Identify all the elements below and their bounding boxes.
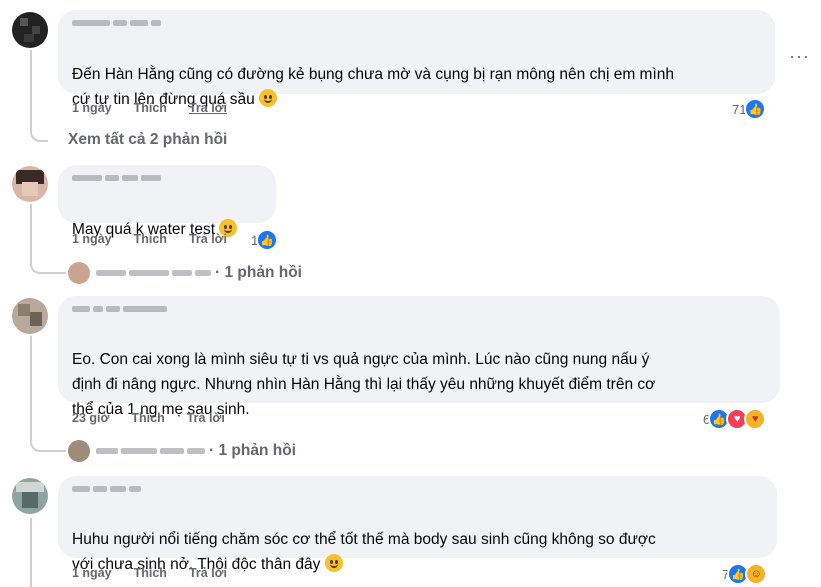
avatar-image (16, 170, 44, 196)
timestamp[interactable]: 1 ngày (72, 101, 112, 115)
reply-count-label: · 1 phản hồi (215, 264, 302, 281)
avatar-image (18, 304, 42, 326)
reply-count-label: · 1 phản hồi (209, 442, 296, 459)
author-name-redacted[interactable] (72, 172, 161, 184)
avatar[interactable] (12, 298, 48, 334)
thread-connector (30, 252, 66, 274)
comment-bubble: Eo. Con cai xong là mình siêu tự ti vs q… (58, 296, 780, 418)
like-button[interactable]: Thích (131, 411, 164, 425)
avatar[interactable] (12, 478, 48, 514)
like-button[interactable]: Thích (134, 101, 167, 115)
replier-avatar (68, 440, 90, 462)
thread-connector (30, 430, 66, 452)
comment-actions: 1 ngày Thích Trả lời (72, 232, 249, 246)
reply-button[interactable]: Trả lời (189, 101, 227, 115)
like-icon: 👍 (744, 98, 767, 120)
thread-line (30, 336, 32, 438)
like-icon: 👍 (256, 229, 279, 251)
reply-summary-row[interactable]: · 1 phản hồi (68, 262, 302, 284)
grinning-emoji-icon (324, 554, 343, 572)
avatar[interactable] (12, 12, 48, 48)
reply-button[interactable]: Trả lời (189, 566, 227, 580)
thread-line (30, 50, 32, 130)
avatar-image (16, 482, 44, 508)
comment-text: Eo. Con cai xong là mình siêu tự ti vs q… (72, 351, 656, 418)
thread-connector (30, 120, 48, 142)
reply-button[interactable]: Trả lời (187, 411, 225, 425)
like-button[interactable]: Thích (134, 566, 167, 580)
thread-line (30, 518, 32, 587)
replier-name-redacted (96, 270, 211, 276)
comment-actions: 1 ngày Thích Trả lời (72, 101, 249, 115)
author-name-redacted[interactable] (72, 483, 141, 495)
comment-bubble: May quá k water test (58, 165, 276, 238)
more-options-icon[interactable]: ··· (789, 46, 810, 67)
like-button[interactable]: Thích (134, 232, 167, 246)
reply-summary-row[interactable]: · 1 phản hồi (68, 440, 296, 462)
view-all-replies-link[interactable]: Xem tất cả 2 phản hồi (68, 131, 227, 149)
comment-actions: 23 giờ Thích Trả lời (72, 411, 247, 425)
comment-bubble: Đến Hàn Hằng cũng có đường kẻ bụng chưa … (58, 10, 775, 108)
replier-name-redacted (96, 448, 205, 454)
avatar[interactable] (12, 166, 48, 202)
reply-button[interactable]: Trả lời (189, 232, 227, 246)
comment-actions: 1 ngày Thích Trả lời (72, 566, 249, 580)
reaction-summary[interactable]: 71 👍 (732, 98, 767, 120)
replier-avatar (68, 262, 90, 284)
timestamp[interactable]: 23 giờ (72, 411, 109, 425)
author-name-redacted[interactable] (72, 303, 167, 315)
avatar-image (20, 18, 40, 42)
timestamp[interactable]: 1 ngày (72, 232, 112, 246)
author-name-redacted[interactable] (72, 17, 161, 29)
reaction-summary[interactable]: 7 👍 ☺ (722, 563, 768, 585)
reaction-summary[interactable]: 6 👍 ♥ ♥ (703, 408, 767, 430)
view-all-replies-label: Xem tất cả 2 phản hồi (68, 131, 228, 148)
comment-bubble: Huhu người nổi tiếng chăm sóc cơ thể tốt… (58, 476, 777, 573)
haha-icon: ☺ (745, 563, 768, 585)
reaction-summary[interactable]: 1 👍 (251, 229, 279, 251)
care-icon: ♥ (744, 408, 767, 430)
timestamp[interactable]: 1 ngày (72, 566, 112, 580)
smiling-emoji-icon (259, 89, 278, 107)
